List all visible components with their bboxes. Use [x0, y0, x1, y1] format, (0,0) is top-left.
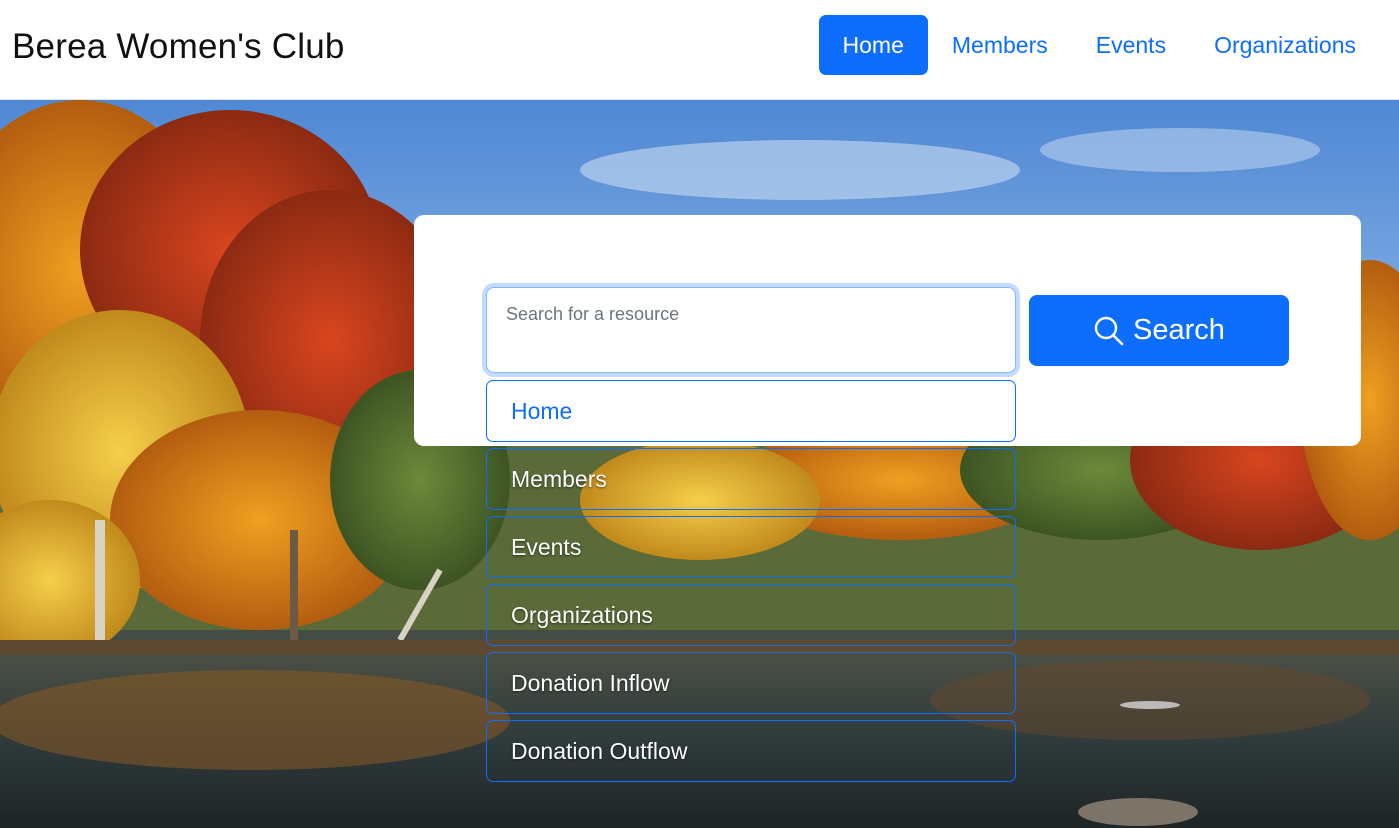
navbar: Berea Women's Club Home Members Events O… — [0, 0, 1399, 100]
search-icon — [1093, 315, 1125, 347]
search-button[interactable]: Search — [1029, 295, 1289, 366]
suggestion-donation-inflow[interactable]: Donation Inflow — [486, 652, 1016, 714]
nav-link-organizations[interactable]: Organizations — [1190, 15, 1380, 75]
search-suggestion-list: Home Members Events Organizations Donati… — [486, 380, 1016, 788]
suggestion-members[interactable]: Members — [486, 448, 1016, 510]
nav-link-home[interactable]: Home — [818, 15, 928, 75]
nav-link-members[interactable]: Members — [928, 15, 1072, 75]
suggestion-events[interactable]: Events — [486, 516, 1016, 578]
brand-title[interactable]: Berea Women's Club — [12, 26, 345, 68]
suggestion-organizations[interactable]: Organizations — [486, 584, 1016, 646]
search-input[interactable] — [486, 287, 1016, 373]
nav-link-events[interactable]: Events — [1072, 15, 1190, 75]
search-button-label: Search — [1133, 314, 1225, 346]
suggestion-donation-outflow[interactable]: Donation Outflow — [486, 720, 1016, 782]
nav-menu: Home Members Events Organizations — [818, 15, 1380, 75]
suggestion-home[interactable]: Home — [486, 380, 1016, 442]
